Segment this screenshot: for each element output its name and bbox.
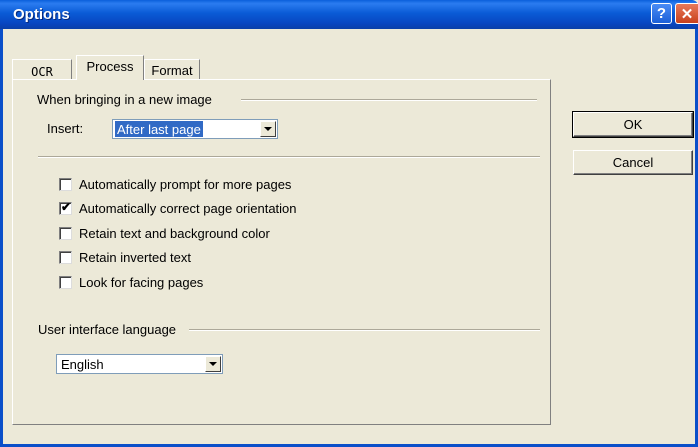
window-title: Options [13, 6, 70, 23]
checkbox[interactable] [59, 250, 72, 264]
checkbox[interactable] [59, 177, 72, 191]
language-select-value: English [61, 357, 104, 372]
insert-label: Insert: [47, 121, 84, 136]
option-correct-orientation[interactable]: ✔ Automatically correct page orientation [59, 200, 297, 216]
option-label: Retain inverted text [79, 249, 192, 265]
new-image-group-label: When bringing in a new image [37, 92, 212, 107]
title-bar[interactable]: Options ? ✕ [0, 0, 698, 29]
option-prompt-more-pages[interactable]: Automatically prompt for more pages [59, 176, 291, 192]
option-retain-text-bg-color[interactable]: Retain text and background color [59, 225, 270, 241]
insert-select[interactable]: After last page [112, 119, 278, 139]
checkbox[interactable] [59, 226, 72, 240]
option-retain-inverted-text[interactable]: Retain inverted text [59, 249, 191, 265]
check-icon: ✔ [61, 199, 72, 214]
chevron-down-icon[interactable] [260, 121, 276, 137]
language-select[interactable]: English [56, 354, 223, 374]
cancel-button[interactable]: Cancel [573, 150, 693, 175]
group-divider [189, 329, 540, 331]
tab-ocr[interactable]: OCR [12, 59, 72, 81]
language-group-label: User interface language [38, 322, 177, 337]
insert-select-value: After last page [115, 121, 203, 137]
section-divider [38, 156, 540, 158]
chevron-down-icon[interactable] [205, 356, 221, 372]
option-label: Look for facing pages [79, 274, 204, 290]
group-divider [241, 99, 537, 101]
help-icon: ? [656, 5, 667, 22]
checkbox[interactable] [59, 275, 72, 289]
close-button[interactable]: ✕ [675, 3, 698, 24]
help-button[interactable]: ? [651, 3, 672, 24]
ok-button[interactable]: OK [572, 111, 694, 138]
option-label: Retain text and background color [79, 225, 270, 241]
option-facing-pages[interactable]: Look for facing pages [59, 274, 203, 290]
tab-format[interactable]: Format [144, 59, 200, 81]
option-label: Automatically correct page orientation [79, 200, 297, 216]
tab-process[interactable]: Process [76, 55, 144, 80]
close-icon: ✕ [680, 5, 694, 23]
checkbox[interactable]: ✔ [59, 199, 72, 215]
option-label: Automatically prompt for more pages [79, 176, 292, 192]
